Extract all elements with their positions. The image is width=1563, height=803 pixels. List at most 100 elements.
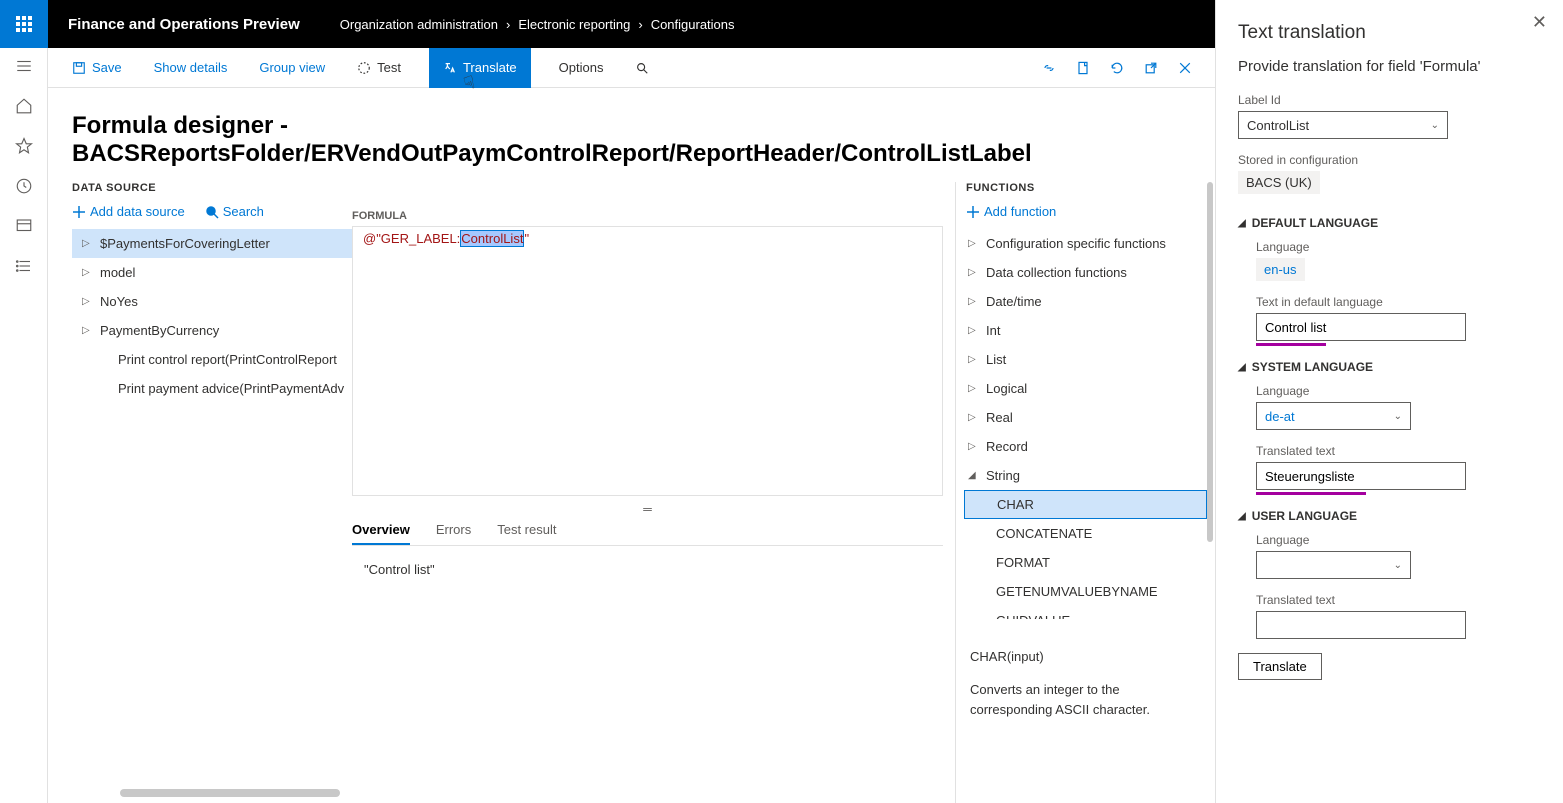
tab-test-result[interactable]: Test result (497, 522, 556, 545)
close-icon[interactable]: ✕ (1532, 12, 1547, 33)
data-source-item[interactable]: Print control report(PrintControlReport (72, 345, 352, 374)
panel-title: Text translation (1238, 22, 1541, 44)
save-button[interactable]: Save (68, 48, 126, 88)
save-label: Save (92, 60, 122, 75)
function-group[interactable]: ▷List (964, 345, 1207, 374)
scrollbar[interactable] (120, 789, 340, 797)
function-item[interactable]: CHAR (964, 490, 1207, 519)
breadcrumb-item[interactable]: Configurations (651, 17, 735, 32)
group-view-button[interactable]: Group view (255, 48, 329, 88)
chevron-right-icon: ▷ (968, 238, 978, 249)
function-item[interactable]: CONCATENATE (964, 519, 1207, 548)
link-icon[interactable] (1039, 58, 1059, 78)
formula-editor[interactable]: @"GER_LABEL:ControlList" (352, 226, 943, 496)
triangle-down-icon: ◢ (1238, 511, 1246, 522)
breadcrumb-item[interactable]: Organization administration (340, 17, 498, 32)
app-title: Finance and Operations Preview (48, 16, 320, 33)
function-description: Converts an integer to the corresponding… (970, 680, 1201, 719)
function-group-label: List (986, 352, 1006, 367)
translate-button[interactable]: Translate (429, 48, 531, 88)
data-source-item[interactable]: ▷NoYes (72, 287, 352, 316)
chevron-right-icon: ▷ (968, 383, 978, 394)
translation-panel: ✕ Text translation Provide translation f… (1215, 0, 1563, 803)
data-source-column: DATA SOURCE Add data source Search ▷$Pay… (72, 182, 352, 803)
user-lang-select[interactable]: ⌄ (1256, 551, 1411, 579)
close-icon[interactable] (1175, 58, 1195, 78)
label-id-select[interactable]: ControlList⌄ (1238, 111, 1448, 139)
functions-heading: FUNCTIONS (966, 182, 1205, 194)
data-source-item[interactable]: ▷$PaymentsForCoveringLetter (72, 229, 352, 258)
star-icon[interactable] (14, 136, 34, 156)
show-details-button[interactable]: Show details (150, 48, 232, 88)
chevron-down-icon: ⌄ (1431, 120, 1439, 131)
list-icon[interactable] (14, 256, 34, 276)
system-lang-select[interactable]: de-at⌄ (1256, 402, 1411, 430)
function-item[interactable]: GETENUMVALUEBYNAME (964, 577, 1207, 606)
chevron-down-icon: ⌄ (1394, 560, 1402, 571)
function-group[interactable]: ▷Record (964, 432, 1207, 461)
function-group[interactable]: ▷Data collection functions (964, 258, 1207, 287)
translate-button[interactable]: Translate (1238, 653, 1322, 680)
translated-text-input[interactable] (1256, 462, 1466, 490)
function-group[interactable]: ▷Logical (964, 374, 1207, 403)
function-group-label: Int (986, 323, 1000, 338)
action-bar: Save Show details Group view Test Transl… (48, 48, 1215, 88)
left-rail (0, 48, 48, 803)
function-group[interactable]: ▷ Configuration specific functions (964, 229, 1207, 258)
default-language-section[interactable]: ◢DEFAULT LANGUAGE (1238, 216, 1541, 230)
document-icon[interactable] (1073, 58, 1093, 78)
function-item[interactable]: GUIDVALUE (964, 606, 1207, 619)
drag-handle-icon[interactable]: ═ (352, 502, 943, 516)
add-data-source-button[interactable]: Add data source (72, 204, 185, 219)
data-source-item[interactable]: ▷model (72, 258, 352, 287)
user-text-input[interactable] (1256, 611, 1466, 639)
waffle-icon[interactable] (0, 0, 48, 48)
options-button[interactable]: Options (555, 48, 608, 88)
tab-errors[interactable]: Errors (436, 522, 471, 545)
clock-icon[interactable] (14, 176, 34, 196)
overview-value: "Control list" (352, 562, 943, 577)
module-icon[interactable] (14, 216, 34, 236)
data-source-item[interactable]: ▷PaymentByCurrency (72, 316, 352, 345)
scrollbar[interactable] (1207, 182, 1213, 542)
function-group-label: Configuration specific functions (986, 236, 1166, 251)
breadcrumb-item[interactable]: Electronic reporting (518, 17, 630, 32)
label-id-label: Label Id (1238, 93, 1541, 107)
data-source-tree: ▷$PaymentsForCoveringLetter▷model▷NoYes▷… (72, 229, 352, 403)
edit-indicator (1256, 492, 1366, 495)
default-lang-label: Language (1256, 240, 1541, 254)
chevron-right-icon: ▷ (82, 238, 92, 249)
tree-item-label: model (100, 265, 135, 280)
function-group[interactable]: ▷Int (964, 316, 1207, 345)
function-group[interactable]: ◢String (964, 461, 1207, 490)
refresh-icon[interactable] (1107, 58, 1127, 78)
tree-item-label: Print control report(PrintControlReport (118, 352, 337, 367)
formula-column: FORMULA @"GER_LABEL:ControlList" ═ Overv… (352, 182, 955, 803)
chevron-right-icon: ▷ (968, 412, 978, 423)
default-lang-value[interactable]: en-us (1256, 258, 1305, 281)
search-data-source-button[interactable]: Search (205, 204, 264, 219)
system-language-section[interactable]: ◢SYSTEM LANGUAGE (1238, 360, 1541, 374)
test-button[interactable]: Test (353, 48, 405, 88)
popout-icon[interactable] (1141, 58, 1161, 78)
function-group-label: Record (986, 439, 1028, 454)
function-item[interactable]: FORMAT (964, 548, 1207, 577)
function-group[interactable]: ▷Date/time (964, 287, 1207, 316)
default-text-input[interactable] (1256, 313, 1466, 341)
user-language-section[interactable]: ◢USER LANGUAGE (1238, 509, 1541, 523)
data-source-item[interactable]: Print payment advice(PrintPaymentAdv (72, 374, 352, 403)
function-group-label: Real (986, 410, 1013, 425)
chevron-right-icon: ▷ (968, 296, 978, 307)
tab-overview[interactable]: Overview (352, 522, 410, 545)
function-group[interactable]: ▷ Real (964, 403, 1207, 432)
hamburger-icon[interactable] (14, 56, 34, 76)
search-action-icon[interactable] (631, 48, 653, 88)
add-function-button[interactable]: Add function (966, 204, 1056, 219)
breadcrumb: Organization administration › Electronic… (340, 17, 735, 32)
chevron-right-icon: › (638, 17, 642, 32)
home-icon[interactable] (14, 96, 34, 116)
functions-tree: ▷ Configuration specific functions ▷Data c… (956, 229, 1215, 619)
stored-config-label: Stored in configuration (1238, 153, 1541, 167)
triangle-down-icon: ◢ (1238, 362, 1246, 373)
chevron-right-icon: ▷ (82, 296, 92, 307)
